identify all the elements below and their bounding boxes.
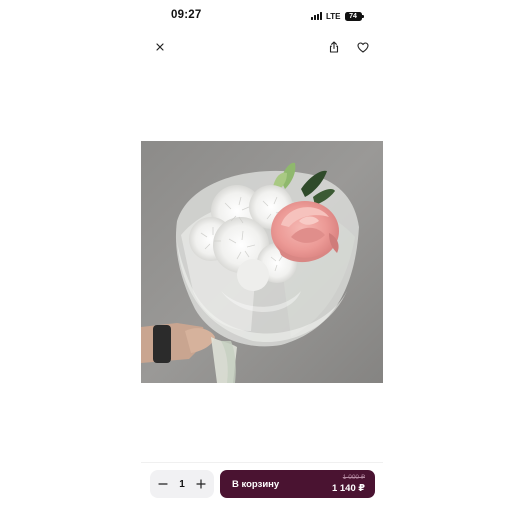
minus-icon xyxy=(158,483,168,485)
signal-icon xyxy=(311,12,322,20)
share-button[interactable] xyxy=(325,38,343,56)
increase-quantity-button[interactable] xyxy=(194,477,208,491)
product-screen: 09:27 LTE 74 1 В корзину 1 000 ₽ 1 140 ₽ xyxy=(0,0,524,524)
bottom-divider xyxy=(141,462,383,463)
quantity-value: 1 xyxy=(179,478,185,490)
current-price: 1 140 ₽ xyxy=(331,482,365,494)
plus-icon xyxy=(196,479,206,489)
bouquet-image xyxy=(141,141,383,383)
add-to-cart-button[interactable]: В корзину 1 000 ₽ 1 140 ₽ xyxy=(220,470,375,498)
heart-icon xyxy=(357,41,369,53)
add-to-cart-label: В корзину xyxy=(232,478,280,490)
decrease-quantity-button[interactable] xyxy=(156,477,170,491)
favorite-button[interactable] xyxy=(354,38,372,56)
share-icon xyxy=(329,41,339,53)
product-photo[interactable] xyxy=(141,141,383,383)
quantity-stepper: 1 xyxy=(150,470,214,498)
battery-icon: 74 xyxy=(344,11,364,21)
status-indicators: LTE 74 xyxy=(311,10,364,22)
old-price: 1 000 ₽ xyxy=(342,474,365,481)
status-time: 09:27 xyxy=(171,9,202,21)
close-button[interactable] xyxy=(151,38,169,56)
close-icon xyxy=(156,43,164,51)
price-block: 1 000 ₽ 1 140 ₽ xyxy=(331,474,365,494)
network-label: LTE xyxy=(326,11,341,21)
